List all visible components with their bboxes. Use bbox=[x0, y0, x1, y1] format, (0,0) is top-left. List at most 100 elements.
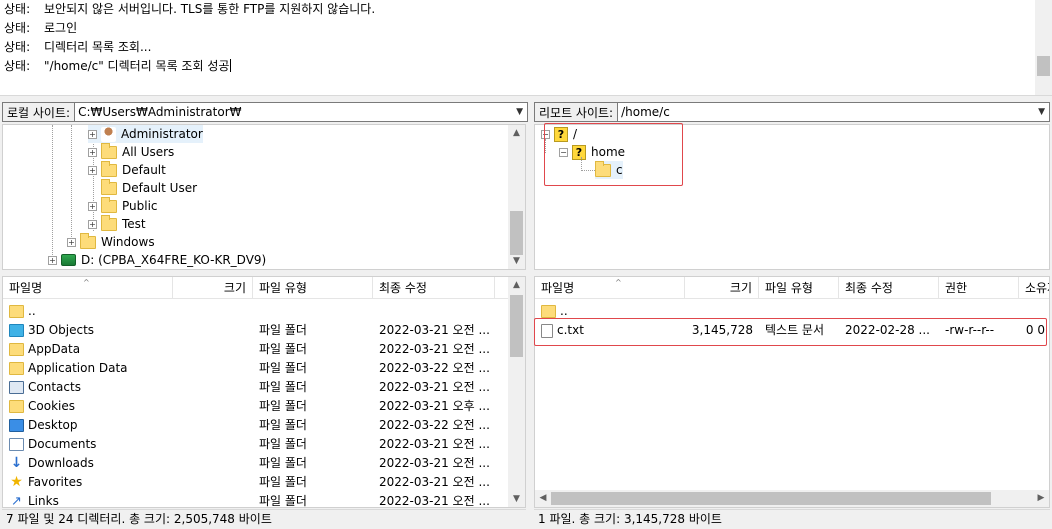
log-scrollbar[interactable] bbox=[1035, 0, 1052, 95]
expand-icon[interactable]: + bbox=[88, 201, 97, 211]
contacts-icon bbox=[9, 381, 24, 394]
scroll-down-icon[interactable]: ▼ bbox=[508, 491, 525, 507]
table-row[interactable]: 3D Objects 파일 폴더 2022-03-21 오전 ... bbox=[3, 321, 495, 340]
local-site-label: 로컬 사이트: bbox=[2, 102, 76, 122]
user-icon bbox=[101, 126, 116, 142]
folder-icon bbox=[101, 196, 117, 213]
tree-item-home[interactable]: − ? home bbox=[559, 143, 625, 161]
column-header-size[interactable]: 크기 bbox=[173, 277, 253, 299]
column-header-name[interactable]: 파일명 ^ bbox=[535, 277, 685, 299]
chevron-down-icon[interactable]: ▼ bbox=[1038, 103, 1045, 121]
tree-item-default[interactable]: + Default bbox=[88, 160, 166, 179]
remote-site-label: 리모트 사이트: bbox=[534, 102, 619, 122]
drive-icon bbox=[61, 254, 76, 266]
expand-icon[interactable]: + bbox=[67, 237, 76, 247]
expand-icon[interactable]: + bbox=[88, 147, 97, 157]
folder-icon bbox=[80, 232, 96, 249]
tree-item-all-users[interactable]: + All Users bbox=[88, 142, 175, 161]
remote-directory-tree[interactable]: − ? / − ? home c bbox=[534, 124, 1050, 270]
expand-icon[interactable]: + bbox=[48, 255, 57, 265]
chevron-down-icon[interactable]: ▼ bbox=[516, 103, 523, 121]
tree-item-windows[interactable]: + Windows bbox=[67, 232, 155, 251]
local-site-path[interactable]: C:₩Users₩Administrator₩ bbox=[78, 105, 241, 119]
tree-item-administrator[interactable]: + Administrator bbox=[88, 125, 203, 143]
column-header-modified[interactable]: 최종 수정 bbox=[373, 277, 495, 299]
expand-icon[interactable]: + bbox=[88, 219, 97, 229]
log-key: 상태: bbox=[4, 21, 31, 35]
folder-icon bbox=[595, 160, 611, 177]
scroll-left-icon[interactable]: ◀ bbox=[535, 490, 551, 506]
folder-icon bbox=[101, 178, 117, 195]
scrollbar-thumb[interactable] bbox=[510, 211, 523, 255]
favorites-icon: ★ bbox=[10, 474, 23, 490]
table-row[interactable]: Application Data 파일 폴더 2022-03-22 오전 ... bbox=[3, 359, 495, 378]
table-row[interactable]: ↓ Downloads 파일 폴더 2022-03-21 오전 ... bbox=[3, 454, 495, 473]
tree-item-c[interactable]: c bbox=[595, 160, 623, 179]
scroll-up-icon[interactable]: ▲ bbox=[508, 125, 525, 141]
tree-item-label: home bbox=[591, 145, 626, 159]
tree-item-label: All Users bbox=[122, 145, 175, 159]
remote-site-bar: 리모트 사이트: /home/c ▼ bbox=[534, 100, 1050, 124]
table-row[interactable]: Desktop 파일 폴더 2022-03-22 오전 ... bbox=[3, 416, 495, 435]
log-key: 상태: bbox=[4, 59, 31, 73]
local-file-list[interactable]: 파일명 ^ 크기 파일 유형 최종 수정 .. 3D Objects 파일 폴더 … bbox=[2, 276, 526, 508]
scrollbar-thumb[interactable] bbox=[510, 295, 523, 357]
folder-icon bbox=[9, 400, 24, 413]
expand-icon[interactable]: + bbox=[88, 165, 97, 175]
column-header-name[interactable]: 파일명 ^ bbox=[3, 277, 173, 299]
remote-site-path-combo[interactable]: /home/c ▼ bbox=[618, 102, 1050, 122]
scrollbar-thumb[interactable] bbox=[551, 492, 991, 505]
downloads-icon: ↓ bbox=[10, 455, 23, 471]
folder-icon bbox=[101, 214, 117, 231]
links-icon: ↗ bbox=[11, 494, 22, 508]
log-text: 로그인 bbox=[44, 21, 78, 35]
collapse-icon[interactable]: − bbox=[541, 129, 550, 139]
remote-file-list[interactable]: 파일명^ 크기 파일 유형 최종 수정 권한 소유자 .. c.txt 3,14… bbox=[534, 276, 1050, 508]
table-row[interactable]: AppData 파일 폴더 2022-03-21 오전 ... bbox=[3, 340, 495, 359]
tree-item-drive-d[interactable]: + D: (CPBA_X64FRE_KO-KR_DV9) bbox=[48, 251, 266, 269]
scroll-down-icon[interactable]: ▼ bbox=[508, 253, 525, 269]
table-row[interactable]: ★ Favorites 파일 폴더 2022-03-21 오전 ... bbox=[3, 473, 495, 492]
local-site-path-combo[interactable]: C:₩Users₩Administrator₩ ▼ bbox=[75, 102, 528, 122]
3d-objects-icon bbox=[9, 324, 24, 337]
tree-item-default-user[interactable]: Default User bbox=[101, 178, 198, 197]
table-row[interactable]: Contacts 파일 폴더 2022-03-21 오전 ... bbox=[3, 378, 495, 397]
table-row[interactable]: .. bbox=[535, 302, 685, 321]
documents-icon bbox=[9, 438, 24, 451]
tree-item-label: Test bbox=[122, 217, 146, 231]
table-row[interactable]: c.txt 3,145,728 텍스트 문서 2022-02-28 ... -r… bbox=[535, 321, 1049, 340]
tree-item-root[interactable]: − ? / bbox=[541, 125, 577, 143]
remote-status-bar: 1 파일. 총 크기: 3,145,728 바이트 bbox=[534, 509, 1050, 528]
local-directory-tree[interactable]: + Administrator + All Users + Default De… bbox=[2, 124, 526, 270]
tree-item-test[interactable]: + Test bbox=[88, 214, 146, 233]
column-header-size[interactable]: 크기 bbox=[685, 277, 759, 299]
collapse-icon[interactable]: − bbox=[559, 147, 568, 157]
log-text: 디렉터리 목록 조회... bbox=[44, 40, 152, 54]
column-header-permissions[interactable]: 권한 bbox=[939, 277, 1019, 299]
folder-icon bbox=[101, 160, 117, 177]
local-list-scrollbar[interactable]: ▲ ▼ bbox=[508, 277, 525, 507]
remote-site-path[interactable]: /home/c bbox=[621, 105, 670, 119]
table-row[interactable]: Documents 파일 폴더 2022-03-21 오전 ... bbox=[3, 435, 495, 454]
log-line: 상태: 보안되지 않은 서버입니다. TLS를 통한 FTP를 지원하지 않습니다… bbox=[0, 0, 1052, 19]
column-header-type[interactable]: 파일 유형 bbox=[253, 277, 373, 299]
scroll-right-icon[interactable]: ▶ bbox=[1033, 490, 1049, 506]
table-row[interactable]: .. bbox=[3, 302, 173, 321]
table-row[interactable]: Cookies 파일 폴더 2022-03-21 오후 ... bbox=[3, 397, 495, 416]
local-tree-scrollbar[interactable]: ▲ ▼ bbox=[508, 125, 525, 269]
column-header-modified[interactable]: 최종 수정 bbox=[839, 277, 939, 299]
text-file-icon bbox=[541, 323, 553, 338]
unknown-folder-icon: ? bbox=[554, 126, 568, 142]
column-header-type[interactable]: 파일 유형 bbox=[759, 277, 839, 299]
tree-item-label: / bbox=[573, 127, 578, 141]
tree-item-public[interactable]: + Public bbox=[88, 196, 158, 215]
log-scrollbar-thumb[interactable] bbox=[1037, 56, 1050, 76]
tree-item-label: Default User bbox=[122, 181, 198, 195]
column-header-owner[interactable]: 소유자 bbox=[1019, 277, 1049, 299]
scroll-up-icon[interactable]: ▲ bbox=[508, 277, 525, 293]
remote-list-horizontal-scrollbar[interactable]: ◀ ▶ bbox=[535, 490, 1049, 507]
log-text: "/home/c" 디렉터리 목록 조회 성공 bbox=[44, 59, 230, 73]
expand-icon[interactable]: + bbox=[88, 129, 97, 139]
message-log[interactable]: 상태: 보안되지 않은 서버입니다. TLS를 통한 FTP를 지원하지 않습니다… bbox=[0, 0, 1052, 96]
table-row[interactable]: ↗ Links 파일 폴더 2022-03-21 오전 ... bbox=[3, 492, 495, 508]
